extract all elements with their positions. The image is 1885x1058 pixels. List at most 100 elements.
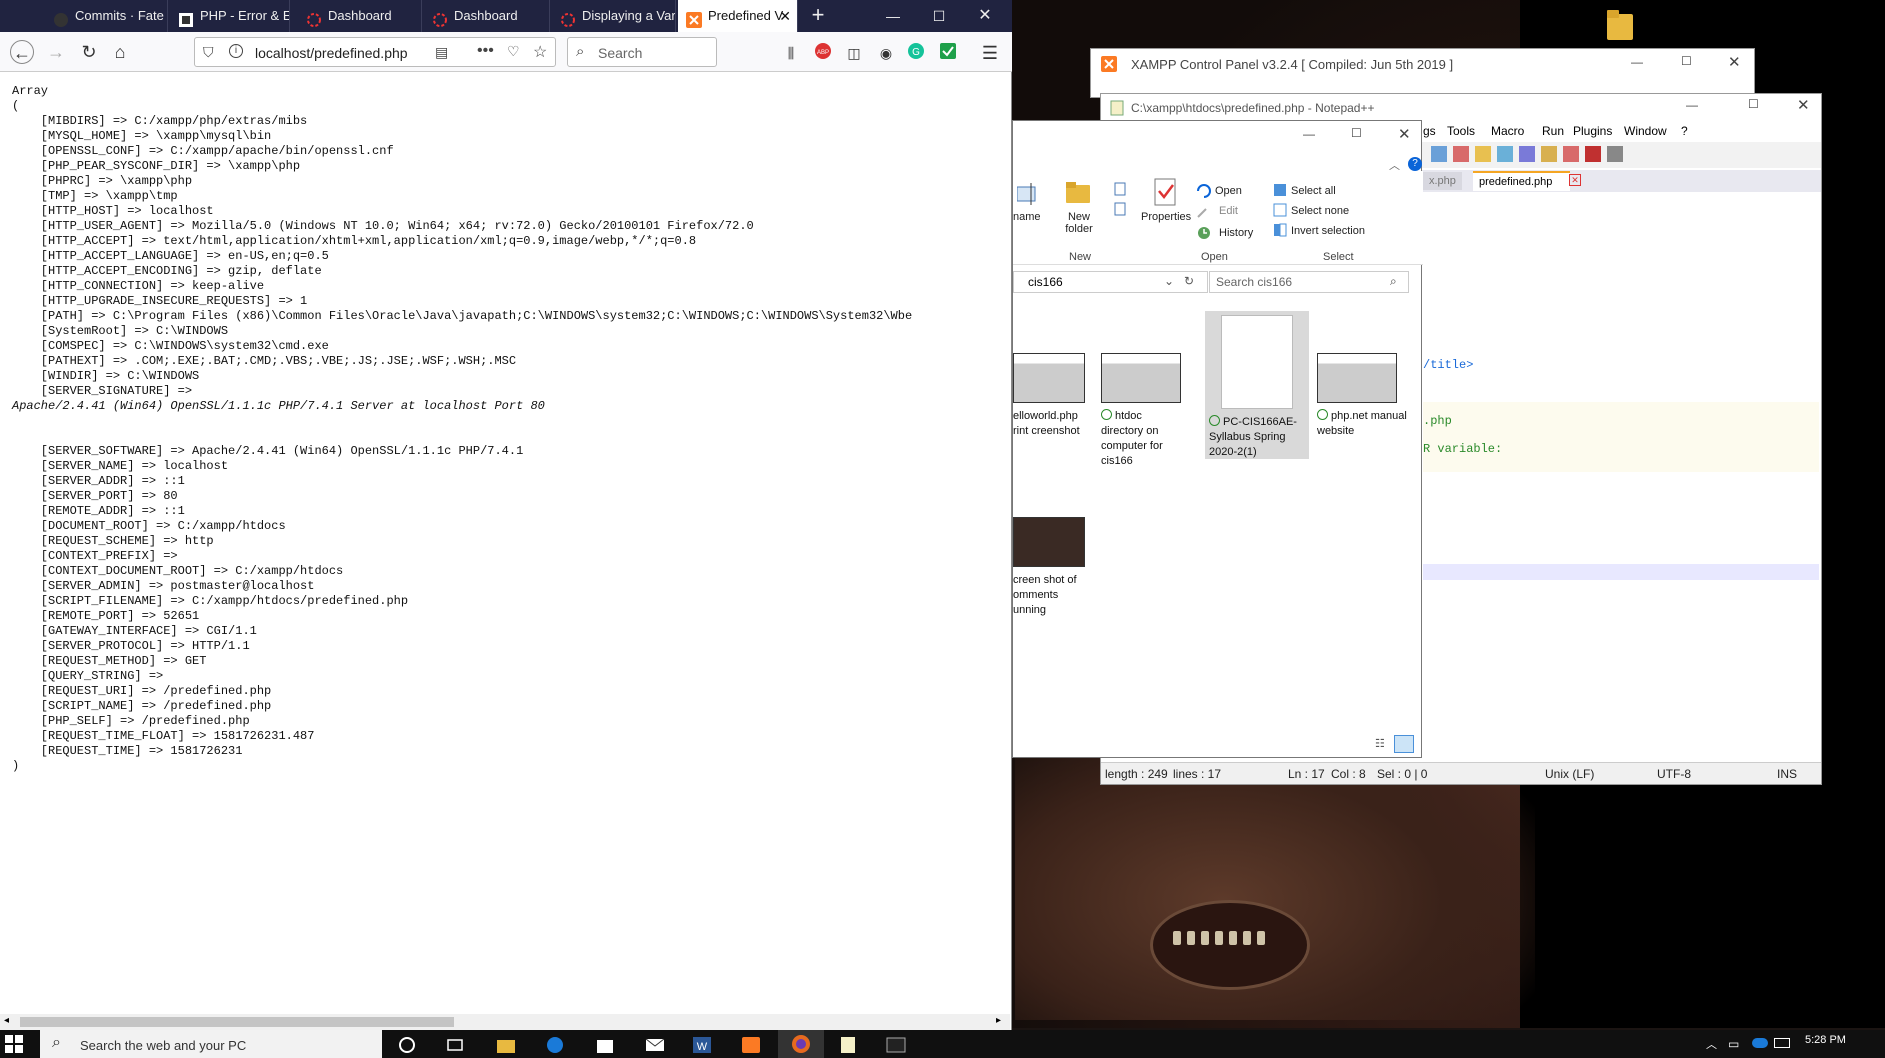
new-tab-button[interactable]: + [800, 0, 836, 32]
chevron-down-icon[interactable]: ⌄ [1164, 274, 1174, 288]
adblock-icon[interactable]: ABP [812, 42, 834, 64]
tab-php-error[interactable]: PHP - Error & E [170, 0, 290, 32]
tab-dashboard-2[interactable]: Dashboard [424, 0, 550, 32]
check-extension-icon[interactable] [937, 42, 959, 64]
terminal-icon[interactable] [886, 1036, 906, 1054]
notepad-taskbar-icon[interactable] [838, 1036, 858, 1054]
menu-icon[interactable]: ☰ [979, 42, 1001, 64]
new-folder-label[interactable]: New folder [1059, 211, 1099, 235]
task-view-icon[interactable] [446, 1036, 466, 1054]
refresh-icon[interactable]: ↻ [1184, 274, 1194, 288]
minimize-button[interactable]: — [1631, 55, 1643, 69]
close-button[interactable]: ✕ [1728, 53, 1741, 71]
properties-icon[interactable] [1153, 177, 1179, 207]
toolbar-icon[interactable] [1541, 146, 1557, 162]
store-icon[interactable] [595, 1036, 615, 1054]
xampp-taskbar-icon[interactable] [741, 1036, 761, 1054]
firefox-window[interactable]: Commits · Fate PHP - Error & E Dashboard… [0, 0, 1012, 1030]
xampp-control-panel-window[interactable]: XAMPP Control Panel v3.2.4 [ Compiled: J… [1090, 48, 1755, 98]
scrollbar-thumb[interactable] [20, 1017, 454, 1027]
grammarly-icon[interactable]: G [905, 42, 927, 64]
help-icon[interactable]: ? [1408, 157, 1422, 171]
select-all-icon[interactable] [1273, 183, 1287, 197]
sidebar-icon[interactable]: ◫ [843, 42, 865, 64]
toolbar-icon[interactable] [1563, 146, 1579, 162]
close-tab-icon[interactable]: ✕ [779, 0, 791, 32]
select-none-label[interactable]: Select none [1291, 205, 1349, 217]
file-item[interactable]: elloworld.php rint creenshot [1013, 353, 1103, 439]
new-folder-icon[interactable] [1065, 179, 1091, 205]
edge-icon[interactable] [545, 1036, 565, 1054]
tab-commits[interactable]: Commits · Fate [45, 0, 168, 32]
toolbar-icon[interactable] [1497, 146, 1513, 162]
taskbar-search-input[interactable]: ⌕ Search the web and your PC [40, 1030, 382, 1058]
scroll-left-icon[interactable]: ◂ [4, 1015, 9, 1026]
menu-plugins[interactable]: Plugins [1573, 124, 1612, 138]
home-button[interactable]: ⌂ [108, 40, 132, 64]
menu-macro[interactable]: Macro [1491, 124, 1524, 138]
network-icon[interactable]: ▭ [1728, 1037, 1739, 1051]
maximize-button[interactable]: ☐ [1681, 54, 1692, 68]
maximize-button[interactable]: ☐ [1748, 97, 1759, 111]
menu-help[interactable]: ? [1681, 124, 1688, 138]
details-view-icon[interactable]: ☷ [1375, 737, 1391, 753]
url-bar[interactable]: ⛉ i localhost/predefined.php ▤ ••• ♡ ☆ [194, 37, 556, 67]
toolbar-icon[interactable] [1431, 146, 1447, 162]
menu-item[interactable]: gs [1423, 124, 1436, 138]
select-all-label[interactable]: Select all [1291, 185, 1336, 197]
onedrive-icon[interactable] [1752, 1038, 1768, 1048]
edit-icon[interactable] [1196, 205, 1210, 219]
close-button[interactable]: ✕ [1398, 125, 1411, 143]
reload-button[interactable]: ↻ [77, 40, 101, 64]
minimize-button[interactable]: — [1303, 127, 1315, 141]
account-icon[interactable]: ◉ [875, 42, 897, 64]
toolbar-icon[interactable] [1585, 146, 1601, 162]
close-button[interactable]: ✕ [962, 0, 1008, 32]
explorer-search-input[interactable]: Search cis166 ⌕ [1209, 271, 1409, 293]
page-actions-icon[interactable]: ••• [477, 42, 494, 60]
tab-dashboard-1[interactable]: Dashboard [298, 0, 422, 32]
menu-run[interactable]: Run [1542, 124, 1564, 138]
toolbar-icon[interactable] [1453, 146, 1469, 162]
maximize-button[interactable]: ☐ [916, 0, 962, 32]
back-button[interactable]: ← [10, 40, 34, 64]
notepad-tab-active[interactable]: predefined.php [1473, 171, 1571, 191]
file-explorer-window[interactable]: — ☐ ✕ ︿ ? name New folder New Properties… [1012, 120, 1423, 758]
explorer-address-bar[interactable]: cis166 ⌄ ↻ [1013, 271, 1208, 293]
file-item-selected[interactable]: PC-CIS166AE-Syllabus Spring 2020-2(1) [1205, 311, 1309, 459]
forward-button[interactable]: → [44, 40, 68, 64]
library-icon[interactable]: ⫼ [780, 42, 802, 64]
file-item[interactable]: creen shot of omments unning [1013, 517, 1103, 618]
shield-icon[interactable]: ⛉ [203, 44, 214, 61]
file-explorer-icon[interactable] [496, 1036, 516, 1054]
large-icons-view-icon[interactable] [1394, 735, 1414, 753]
search-input[interactable]: ⌕ Search [567, 37, 717, 67]
new-item-icon[interactable] [1113, 181, 1133, 221]
notepad-tab[interactable]: x.php [1423, 172, 1462, 190]
menu-window[interactable]: Window [1624, 124, 1667, 138]
firefox-taskbar-icon[interactable] [778, 1030, 824, 1058]
minimize-button[interactable]: — [870, 0, 916, 32]
file-item[interactable]: php.net manual website [1317, 353, 1407, 439]
tab-displaying-var[interactable]: Displaying a Var [552, 0, 676, 32]
rename-label[interactable]: name [1013, 211, 1041, 223]
scroll-right-icon[interactable]: ▸ [996, 1015, 1001, 1026]
open-label[interactable]: Open [1215, 185, 1242, 197]
mail-icon[interactable] [645, 1036, 665, 1054]
pocket-icon[interactable]: ♡ [507, 43, 520, 60]
bookmark-star-icon[interactable]: ☆ [533, 42, 547, 62]
invert-selection-icon[interactable] [1273, 223, 1287, 237]
open-icon[interactable] [1196, 183, 1212, 199]
maximize-button[interactable]: ☐ [1351, 126, 1362, 140]
invert-selection-label[interactable]: Invert selection [1291, 225, 1365, 237]
toolbar-icon[interactable] [1519, 146, 1535, 162]
tab-predefined-active[interactable]: Predefined V ✕ [678, 0, 798, 32]
cortana-icon[interactable] [398, 1036, 418, 1054]
info-icon[interactable]: i [229, 44, 243, 58]
toolbar-icon[interactable] [1607, 146, 1623, 162]
menu-tools[interactable]: Tools [1447, 124, 1475, 138]
history-icon[interactable] [1196, 225, 1212, 241]
close-button[interactable]: ✕ [1797, 96, 1810, 114]
edit-label[interactable]: Edit [1219, 205, 1238, 217]
taskbar-clock[interactable]: 5:28 PM [1805, 1034, 1846, 1046]
